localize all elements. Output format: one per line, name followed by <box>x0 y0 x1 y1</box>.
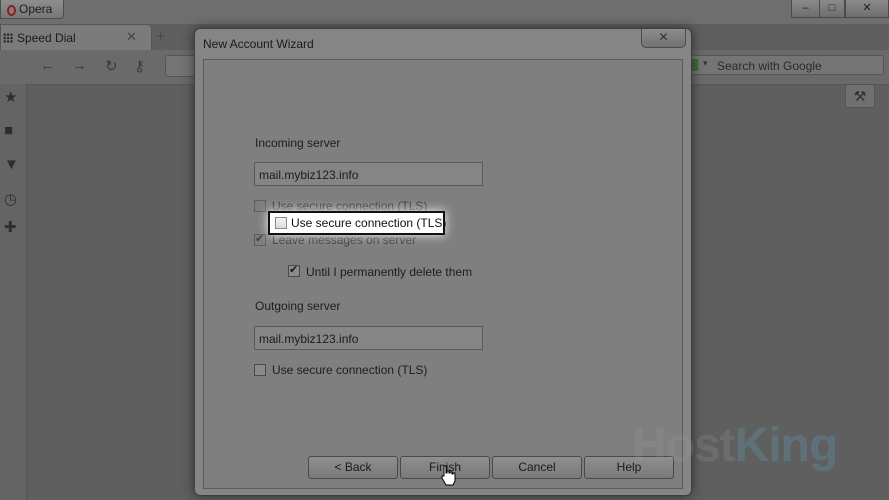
history-icon[interactable]: ◷ <box>4 190 17 208</box>
incoming-server-field[interactable]: mail.mybiz123.info <box>254 162 483 186</box>
outgoing-tls-label: Use secure connection (TLS) <box>272 363 428 377</box>
plus-icon[interactable]: ✚ <box>4 218 17 236</box>
outgoing-tls-checkbox[interactable] <box>254 364 266 376</box>
new-account-wizard-dialog: New Account Wizard ✕ Incoming server mai… <box>194 28 692 496</box>
forward-arrow-icon[interactable]: → <box>72 57 87 74</box>
highlighted-tls-checkbox[interactable] <box>275 217 287 229</box>
opera-logo-icon <box>7 5 16 16</box>
sidebar-panel: ★ ■ ▼ ◷ ✚ <box>0 84 27 500</box>
outgoing-server-heading: Outgoing server <box>255 299 341 313</box>
downloads-icon[interactable]: ▼ <box>4 156 19 173</box>
leave-messages-label: Leave messages on server <box>272 233 417 247</box>
key-icon[interactable]: ⚷ <box>134 57 145 75</box>
maximize-button[interactable]: □ <box>819 0 845 18</box>
watermark-logo: HostKing <box>632 419 838 472</box>
incoming-tls-checkbox[interactable] <box>254 200 266 212</box>
minimize-button[interactable]: – <box>791 0 820 18</box>
chevron-down-icon[interactable]: ▾ <box>703 58 708 69</box>
wrench-icon[interactable]: ⚒ <box>845 84 875 108</box>
browser-titlebar: Opera – □ ✕ <box>0 0 889 24</box>
leave-messages-checkbox[interactable] <box>254 232 266 246</box>
tab-close-icon[interactable]: ✕ <box>126 29 137 45</box>
dialog-title: New Account Wizard <box>203 37 314 51</box>
notes-icon[interactable]: ■ <box>4 122 13 139</box>
incoming-server-heading: Incoming server <box>255 136 341 150</box>
star-icon[interactable]: ★ <box>4 88 17 106</box>
back-arrow-icon[interactable]: ← <box>40 57 55 74</box>
back-button[interactable]: < Back <box>308 456 398 479</box>
window-close-button[interactable]: ✕ <box>845 0 889 18</box>
until-deleted-label: Until I permanently delete them <box>306 265 473 279</box>
highlighted-tls-label: Use secure connection (TLS) <box>291 216 447 230</box>
new-tab-button[interactable]: + <box>156 28 165 46</box>
mouse-cursor-icon <box>441 465 456 486</box>
until-deleted-checkbox[interactable] <box>288 263 300 277</box>
cancel-button[interactable]: Cancel <box>492 456 582 479</box>
tab-speed-dial[interactable]: Speed Dial ✕ <box>0 24 152 50</box>
speed-dial-grid-icon <box>3 33 13 43</box>
outgoing-server-field[interactable]: mail.mybiz123.info <box>254 326 483 350</box>
opera-menu-button[interactable]: Opera <box>0 0 64 19</box>
highlighted-tls-option[interactable]: Use secure connection (TLS) <box>268 211 447 235</box>
search-input[interactable]: ▾ Search with Google <box>688 55 884 75</box>
google-icon <box>691 59 698 71</box>
reload-icon[interactable]: ↻ <box>105 57 118 75</box>
dialog-close-button[interactable]: ✕ <box>641 29 686 48</box>
